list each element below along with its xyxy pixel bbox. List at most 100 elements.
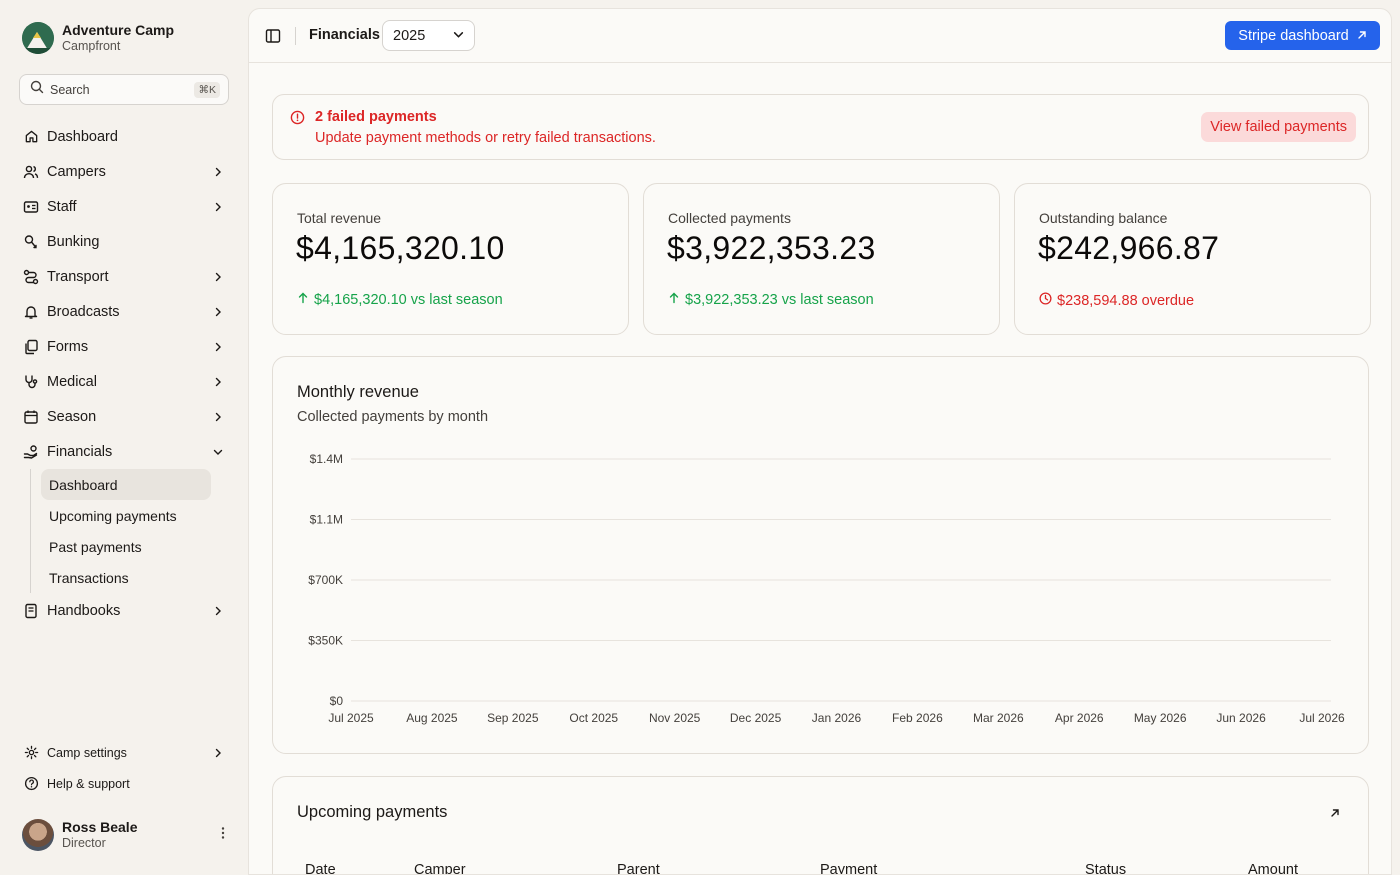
chevron-down-icon (453, 28, 464, 44)
sidebar-item-camp-settings[interactable]: Camp settings (16, 737, 232, 768)
stat-value: $4,165,320.10 (296, 230, 505, 266)
arrow-up-right-icon (1357, 28, 1367, 44)
more-vertical-icon[interactable] (216, 826, 230, 845)
x-tick-label: Jul 2025 (328, 711, 374, 725)
monthly-revenue-card: Monthly revenue Collected payments by mo… (272, 356, 1369, 754)
sidebar-bottom-nav: Camp settings Help & support (16, 737, 232, 799)
route-icon (23, 269, 39, 285)
stat-overdue-text: $238,594.88 overdue (1057, 292, 1195, 309)
sidebar-item-bunking[interactable]: Bunking (16, 224, 232, 259)
chevron-right-icon (211, 604, 225, 618)
sidebar-item-label: Campers (47, 163, 106, 180)
brand-subtitle: Campfront (62, 39, 121, 53)
stripe-dashboard-label: Stripe dashboard (1238, 27, 1349, 44)
stat-label: Total revenue (297, 210, 382, 226)
calendar-icon (23, 409, 39, 425)
topbar-divider (295, 27, 296, 45)
sidebar-item-label: Staff (47, 198, 77, 215)
brand-name: Adventure Camp (62, 22, 175, 38)
sidebar-item-label: Handbooks (47, 602, 121, 619)
chevron-down-icon (211, 445, 225, 459)
book-icon (23, 603, 39, 619)
alert-message: Update payment methods or retry failed t… (315, 130, 656, 146)
chevron-right-icon (211, 746, 225, 760)
y-tick-label: $1.4M (310, 452, 343, 466)
arrow-up-icon (668, 292, 680, 308)
sidebar-item-transport[interactable]: Transport (16, 259, 232, 294)
year-select[interactable]: 2025 (382, 20, 475, 51)
column-header-date[interactable]: Date (305, 862, 336, 874)
sidebar-item-staff[interactable]: Staff (16, 189, 232, 224)
column-header-camper[interactable]: Camper (414, 862, 466, 874)
stat-trend-text: $3,922,353.23 vs last season (685, 292, 874, 308)
breadcrumb: Financials (309, 27, 380, 43)
stat-card-outstanding-balance: Outstanding balance $242,966.87 $238,594… (1014, 183, 1371, 335)
hand-coins-icon (23, 444, 39, 460)
chevron-right-icon (211, 410, 225, 424)
sidebar-item-broadcasts[interactable]: Broadcasts (16, 294, 232, 329)
x-tick-label: May 2026 (1134, 711, 1187, 725)
user-menu[interactable]: Ross Beale Director (22, 819, 230, 851)
revenue-chart: $0 $350K $700K $1.1M $1.4M Jul 2025 Aug 2025 Se… (308, 452, 1345, 725)
sidebar-subitem-dashboard[interactable]: Dashboard (41, 469, 211, 500)
avatar (22, 819, 54, 851)
sidebar-item-season[interactable]: Season (16, 399, 232, 434)
column-header-status[interactable]: Status (1085, 862, 1126, 874)
y-tick-label: $350K (308, 634, 343, 648)
sidebar-item-label: Forms (47, 338, 89, 355)
sidebar-subitem-past-payments[interactable]: Past payments (41, 531, 211, 562)
sidebar-toggle-icon[interactable] (263, 26, 283, 46)
x-tick-label: Apr 2026 (1055, 711, 1104, 725)
arrow-up-icon (297, 292, 309, 308)
sidebar-item-dashboard[interactable]: Dashboard (16, 119, 232, 154)
sidebar: Adventure Camp Campfront Search ⌘K Dashb… (0, 0, 248, 875)
arrow-up-right-icon[interactable] (1330, 805, 1340, 823)
alert-title: 2 failed payments (315, 109, 437, 125)
sidebar-item-label: Bunking (47, 233, 100, 250)
sidebar-item-label: Help & support (47, 776, 130, 791)
bunk-icon (23, 234, 39, 250)
x-tick-label: Aug 2025 (406, 711, 458, 725)
column-header-parent[interactable]: Parent (617, 862, 660, 874)
gear-icon (23, 745, 39, 761)
sidebar-item-label: Season (47, 408, 97, 425)
sidebar-item-medical[interactable]: Medical (16, 364, 232, 399)
upcoming-title: Upcoming payments (297, 803, 448, 821)
sidebar-item-label: Broadcasts (47, 303, 120, 320)
home-icon (23, 129, 39, 145)
x-tick-label: Oct 2025 (569, 711, 618, 725)
stat-value: $3,922,353.23 (667, 230, 876, 266)
column-header-amount[interactable]: Amount (1248, 862, 1298, 874)
stat-card-collected-payments: Collected payments $3,922,353.23 $3,922,… (643, 183, 1000, 335)
sidebar-item-label: Medical (47, 373, 97, 390)
sidebar-item-handbooks[interactable]: Handbooks (16, 593, 232, 628)
year-select-value: 2025 (393, 27, 426, 44)
chevron-right-icon (211, 165, 225, 179)
mountain-logo-icon (22, 22, 54, 54)
sidebar-item-financials[interactable]: Financials (16, 434, 232, 469)
search-input[interactable]: Search ⌘K (19, 74, 229, 105)
stat-overdue: $238,594.88 overdue (1039, 292, 1194, 309)
stat-label: Outstanding balance (1039, 210, 1168, 226)
view-failed-payments-button[interactable]: View failed payments (1201, 112, 1356, 142)
sidebar-subitem-upcoming-payments[interactable]: Upcoming payments (41, 500, 211, 531)
x-tick-label: Jul 2026 (1299, 711, 1345, 725)
brand[interactable]: Adventure Camp Campfront (22, 22, 174, 54)
search-label: Search (50, 82, 90, 97)
stat-label: Collected payments (668, 210, 791, 226)
main-panel: Financials 2025 Stripe dashboard 2 faile… (248, 8, 1392, 875)
financials-subnav: Dashboard Upcoming payments Past payment… (30, 469, 232, 593)
x-tick-label: Sep 2025 (487, 711, 539, 725)
sidebar-item-label: Camp settings (47, 745, 127, 760)
sidebar-item-forms[interactable]: Forms (16, 329, 232, 364)
search-icon (30, 80, 44, 99)
sidebar-subitem-transactions[interactable]: Transactions (41, 562, 211, 593)
sidebar-item-campers[interactable]: Campers (16, 154, 232, 189)
sidebar-item-help[interactable]: Help & support (16, 768, 232, 799)
sidebar-item-label: Dashboard (47, 128, 118, 145)
stripe-dashboard-button[interactable]: Stripe dashboard (1225, 21, 1380, 50)
column-header-payment[interactable]: Payment (820, 862, 877, 874)
search-shortcut: ⌘K (194, 81, 220, 98)
y-tick-label: $700K (308, 573, 343, 587)
chevron-right-icon (211, 340, 225, 354)
